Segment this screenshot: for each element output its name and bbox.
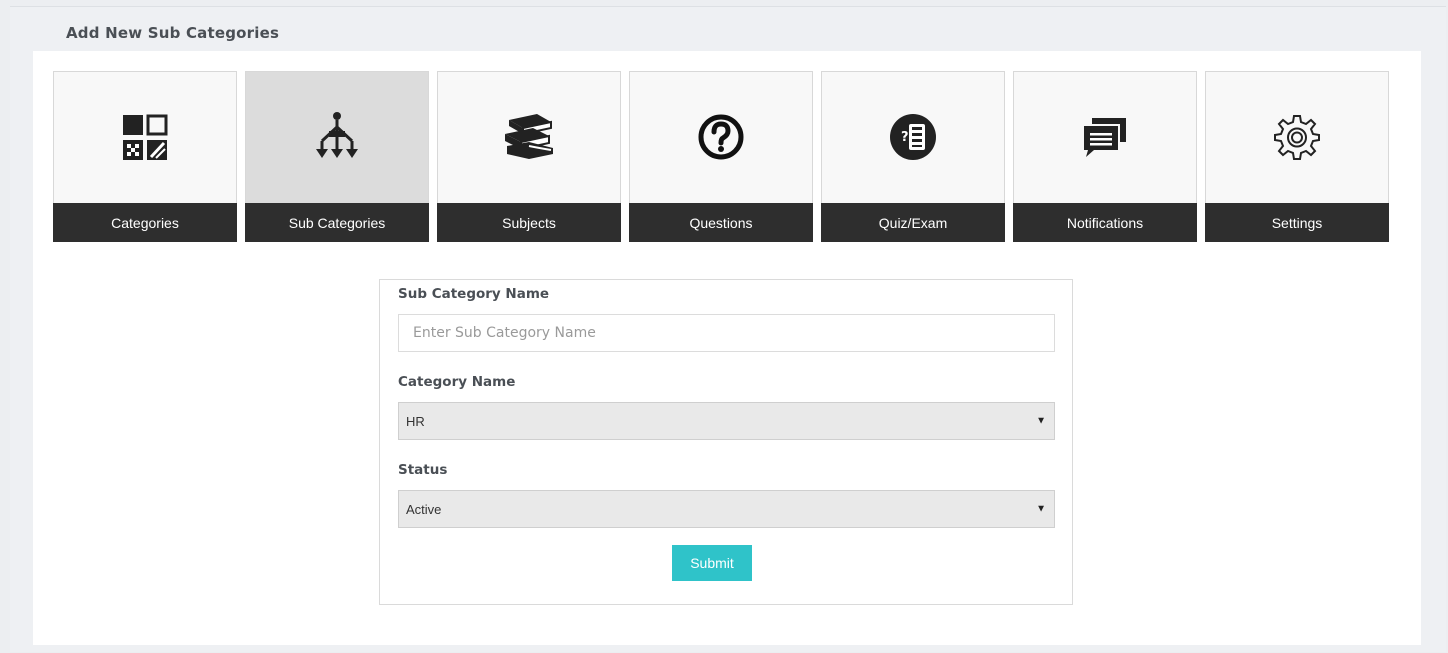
svg-text:?: ? — [901, 130, 909, 145]
categories-grid-icon — [123, 114, 168, 160]
tile-label: Sub Categories — [245, 203, 429, 242]
tile-sub-categories[interactable]: Sub Categories — [245, 71, 429, 242]
tile-label: Notifications — [1013, 203, 1197, 242]
tile-quiz-exam[interactable]: ? Quiz/Exam — [821, 71, 1005, 242]
tile-subjects[interactable]: Subjects — [437, 71, 621, 242]
gear-icon — [1274, 115, 1320, 160]
tile-label: Quiz/Exam — [821, 203, 1005, 242]
dropdown-caret-icon: ▼ — [1036, 415, 1046, 427]
category-name-label: Category Name — [398, 374, 516, 390]
tile-label: Subjects — [437, 203, 621, 242]
add-sub-category-form: Sub Category Name Category Name HR ▼ Sta… — [379, 279, 1073, 605]
tile-label: Questions — [629, 203, 813, 242]
tile-categories[interactable]: Categories — [53, 71, 237, 242]
chat-bubble-icon — [1084, 118, 1126, 157]
status-select[interactable]: Active ▼ — [398, 490, 1055, 528]
quiz-list-icon: ? — [890, 114, 936, 160]
tile-notifications[interactable]: Notifications — [1013, 71, 1197, 242]
tile-questions[interactable]: Questions — [629, 71, 813, 242]
sub-category-name-label: Sub Category Name — [398, 286, 550, 302]
sub-category-name-input[interactable] — [398, 314, 1055, 352]
dropdown-caret-icon: ▼ — [1036, 503, 1046, 515]
status-label: Status — [398, 462, 448, 478]
tile-settings[interactable]: Settings — [1205, 71, 1389, 242]
category-name-value: HR — [406, 413, 425, 429]
status-value: Active — [406, 501, 442, 517]
books-icon — [505, 114, 553, 159]
tile-label: Settings — [1205, 203, 1389, 242]
page-title: Add New Sub Categories — [66, 24, 280, 42]
tile-label: Categories — [53, 203, 237, 242]
submit-button[interactable]: Submit — [672, 545, 752, 581]
hierarchy-icon — [316, 112, 358, 158]
category-name-select[interactable]: HR ▼ — [398, 402, 1055, 440]
question-circle-icon — [698, 114, 744, 160]
